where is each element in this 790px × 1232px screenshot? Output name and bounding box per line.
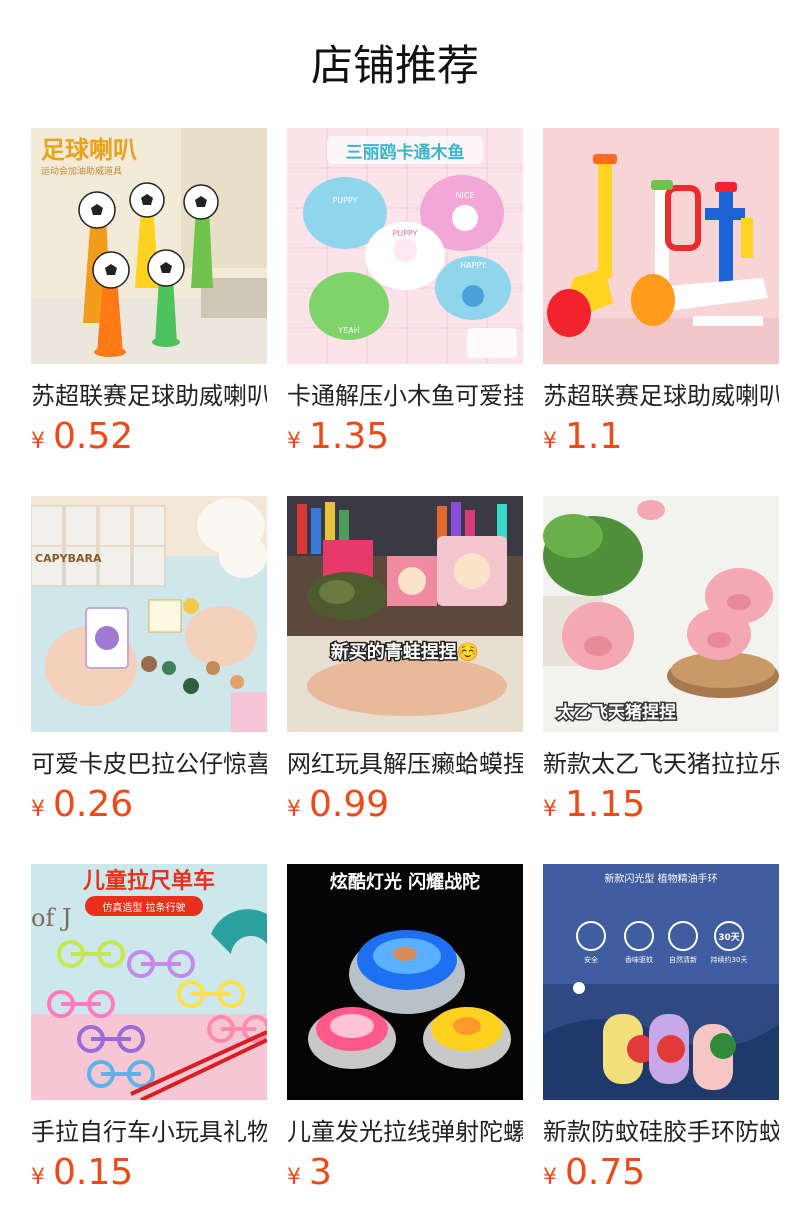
currency-symbol: ¥ xyxy=(543,429,557,454)
product-name[interactable]: 网红玩具解压癞蛤蟆捏捏乐 xyxy=(287,748,523,780)
svg-text:安全: 安全 xyxy=(584,955,598,964)
product-name[interactable]: 苏超联赛足球助威喇叭 xyxy=(543,380,779,412)
currency-symbol: ¥ xyxy=(31,1165,45,1190)
product-name[interactable]: 新款太乙飞天猪拉拉乐 xyxy=(543,748,779,780)
image-title-text: 足球喇叭 xyxy=(41,136,137,164)
price-value: 1.15 xyxy=(565,784,646,825)
svg-text:自然清新: 自然清新 xyxy=(669,955,697,964)
product-name[interactable]: 卡通解压小木鱼可爱挂件 xyxy=(287,380,523,412)
currency-symbol: ¥ xyxy=(31,429,45,454)
image-title-text: 太乙飞天猪捏捏 xyxy=(557,702,676,723)
product-price: ¥0.26 xyxy=(31,784,133,826)
image-title-text: 新款闪光型 植物精油手环 xyxy=(604,872,717,885)
page-title: 店铺推荐 xyxy=(310,41,479,90)
product-image[interactable]: of J 儿童拉尺单车 仿真造型 拉条行驶 xyxy=(31,864,267,1100)
currency-symbol: ¥ xyxy=(287,429,301,454)
svg-text:NICE: NICE xyxy=(456,191,475,200)
product-price: ¥0.52 xyxy=(31,416,133,458)
currency-symbol: ¥ xyxy=(287,1165,301,1190)
svg-text:持续约30天: 持续约30天 xyxy=(711,955,748,964)
svg-text:30天: 30天 xyxy=(718,932,741,943)
image-title-text: CAPYBARA xyxy=(35,552,102,565)
product-name[interactable]: 手拉自行车小玩具礼物 xyxy=(31,1116,267,1148)
product-image[interactable] xyxy=(543,128,779,364)
product-price: ¥1.1 xyxy=(543,416,622,458)
product-price: ¥1.15 xyxy=(543,784,645,826)
svg-text:PUPPY: PUPPY xyxy=(332,196,357,205)
price-value: 1.35 xyxy=(309,416,390,457)
price-value: 0.26 xyxy=(53,784,134,825)
currency-symbol: ¥ xyxy=(543,797,557,822)
product-price: ¥0.75 xyxy=(543,1152,645,1194)
product-name[interactable]: 新款防蚊硅胶手环防蚊 xyxy=(543,1116,779,1148)
currency-symbol: ¥ xyxy=(31,797,45,822)
price-value: 0.99 xyxy=(309,784,390,825)
image-title-text: 三丽鸥卡通木鱼 xyxy=(346,142,465,163)
svg-text:香味驱蚊: 香味驱蚊 xyxy=(625,955,653,964)
price-value: 0.52 xyxy=(53,416,134,457)
product-image[interactable]: CAPYBARA xyxy=(31,496,267,732)
product-image[interactable]: 三丽鸥卡通木鱼 PUPPY NICE PUPPY YEAH HAPPY xyxy=(287,128,523,364)
product-image[interactable]: 新买的青蛙捏捏☺️ xyxy=(287,496,523,732)
product-image[interactable]: 炫酷灯光 闪耀战陀 xyxy=(287,864,523,1100)
product-price: ¥3 xyxy=(287,1152,332,1194)
product-name[interactable]: 儿童发光拉线弹射陀螺 xyxy=(287,1116,523,1148)
currency-symbol: ¥ xyxy=(287,797,301,822)
svg-text:of J: of J xyxy=(31,904,72,932)
svg-text:PUPPY: PUPPY xyxy=(392,229,417,238)
currency-symbol: ¥ xyxy=(543,1165,557,1190)
product-image[interactable]: 新款闪光型 植物精油手环 30天 安全 香味驱蚊 自然清新 持续约30天 xyxy=(543,864,779,1100)
product-image[interactable]: 太乙飞天猪捏捏 xyxy=(543,496,779,732)
image-title-text: 炫酷灯光 闪耀战陀 xyxy=(330,871,480,893)
product-price: ¥1.35 xyxy=(287,416,389,458)
svg-text:仿真造型 拉条行驶: 仿真造型 拉条行驶 xyxy=(102,901,185,914)
product-price: ¥0.99 xyxy=(287,784,389,826)
image-title-text: 儿童拉尺单车 xyxy=(82,868,215,894)
svg-text:运动会加油助威道具: 运动会加油助威道具 xyxy=(41,165,122,177)
image-title-text: 新买的青蛙捏捏☺️ xyxy=(331,641,479,663)
product-name[interactable]: 苏超联赛足球助威喇叭 xyxy=(31,380,267,412)
svg-text:HAPPY: HAPPY xyxy=(460,261,486,270)
price-value: 1.1 xyxy=(565,416,623,457)
price-value: 0.75 xyxy=(565,1152,646,1193)
product-name[interactable]: 可爱卡皮巴拉公仔惊喜盲盒 xyxy=(31,748,267,780)
svg-text:YEAH: YEAH xyxy=(337,326,359,335)
price-value: 3 xyxy=(309,1152,332,1193)
price-value: 0.15 xyxy=(53,1152,134,1193)
product-price: ¥0.15 xyxy=(31,1152,133,1194)
product-image[interactable]: 足球喇叭 运动会加油助威道具 xyxy=(31,128,267,364)
